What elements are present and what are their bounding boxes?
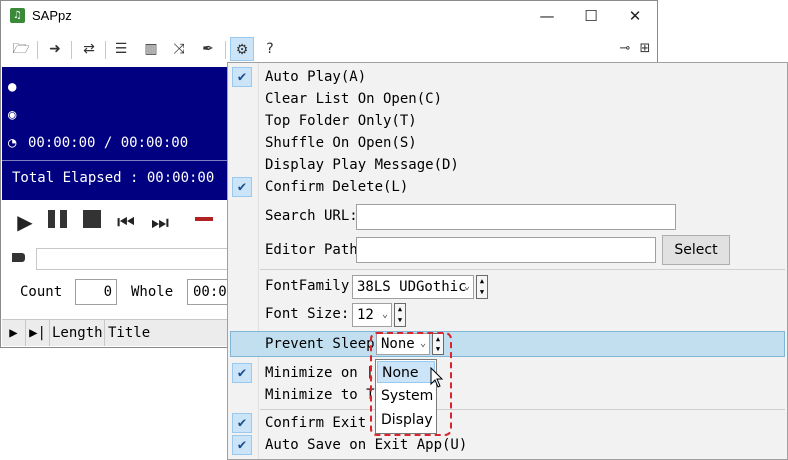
font-family-spinner[interactable]: ▲ ▼ xyxy=(476,275,488,299)
font-family-select[interactable]: 38LS UDGothic ⌄ xyxy=(352,275,474,299)
menu-item-label: Auto Play(A) xyxy=(265,69,367,85)
play-button[interactable]: ▶ xyxy=(12,209,38,235)
gear-icon[interactable]: ⚙ xyxy=(230,37,254,61)
tag-field[interactable] xyxy=(36,248,236,270)
shuffle-icon[interactable]: ⤨ xyxy=(167,37,191,61)
clock-icon: ◔ xyxy=(8,135,17,151)
count-value: 0 xyxy=(75,279,117,305)
menu-item-prevent-sleep[interactable]: Prevent Sleep: None ⌄ ▲ ▼ xyxy=(228,333,787,357)
album-icon: ◉ xyxy=(8,107,17,123)
menu-item-top-folder[interactable]: Top Folder Only(T) xyxy=(228,111,787,133)
whole-label: Whole xyxy=(131,284,174,300)
count-label: Count xyxy=(20,284,63,300)
menu-item-search-url: Search URL: xyxy=(228,204,787,232)
chevron-down-icon: ⌄ xyxy=(381,309,388,320)
menu-item-auto-play[interactable]: ✔ Auto Play(A) xyxy=(228,67,787,89)
stop-button[interactable] xyxy=(83,210,101,228)
toolbar: 🗁 ➜ ⇄ ☰ ▥ ⤨ ✒ ⚙ ? ⊸ ⊞ xyxy=(1,35,657,65)
menu-item-clear-list[interactable]: Clear List On Open(C) xyxy=(228,89,787,111)
list-icon[interactable]: ☰ xyxy=(109,37,133,61)
panel-divider xyxy=(2,160,233,161)
menu-item-display-play-message[interactable]: Display Play Message(D) xyxy=(228,155,787,177)
settings-menu: ✔ Auto Play(A) Clear List On Open(C) Top… xyxy=(227,62,788,460)
font-family-label: FontFamily: xyxy=(265,278,358,294)
menu-item-editor-path: Editor Path Select xyxy=(228,235,787,267)
title-column-header[interactable]: Title xyxy=(105,320,233,346)
total-elapsed: Total Elapsed : 00:00:00 xyxy=(12,170,215,186)
tag-icon xyxy=(12,253,25,262)
folder-open-icon[interactable]: 🗁 xyxy=(9,37,33,61)
editor-path-label: Editor Path xyxy=(265,242,358,258)
font-size-value: 12 xyxy=(357,307,374,323)
playback-controls: ▶ ⏮ ⏭ xyxy=(2,201,233,245)
previous-button[interactable]: ⏮ xyxy=(113,209,139,235)
font-size-spinner[interactable]: ▲ ▼ xyxy=(394,303,406,327)
menu-item-label: Confirm Delete(L) xyxy=(265,179,409,195)
check-icon: ✔ xyxy=(232,67,252,87)
check-icon: ✔ xyxy=(232,413,252,433)
menu-item-shuffle-on-open[interactable]: Shuffle On Open(S) xyxy=(228,133,787,155)
barcode-icon[interactable]: ▥ xyxy=(139,37,163,61)
repeat-icon[interactable]: ⇄ xyxy=(77,37,101,61)
now-playing-panel: ● ◉ ◔ 00:00:00 / 00:00:00 Total Elapsed … xyxy=(2,67,233,200)
count-row: Count 0 Whole 00:0 xyxy=(2,279,237,307)
font-size-label: Font Size: xyxy=(265,306,350,322)
playlist-header: ▶ ▶| Length Title xyxy=(2,319,233,346)
pause-button[interactable] xyxy=(48,210,68,228)
volume-mute-indicator[interactable] xyxy=(195,217,213,221)
menu-item-label: Top Folder Only(T) xyxy=(265,113,417,129)
app-icon: ♫ xyxy=(10,8,25,23)
mouse-cursor-icon xyxy=(430,367,444,388)
help-icon[interactable]: ? xyxy=(258,37,282,61)
toolbar-separator xyxy=(105,41,106,59)
menu-item-label: Shuffle On Open(S) xyxy=(265,135,417,151)
prevent-sleep-label: Prevent Sleep: xyxy=(265,336,384,352)
window-title: SAPpz xyxy=(32,8,72,23)
menu-separator xyxy=(260,409,785,410)
check-icon: ✔ xyxy=(232,363,252,383)
maximize-button[interactable]: ☐ xyxy=(569,5,613,27)
toolbar-separator xyxy=(37,41,38,59)
artist-icon: ● xyxy=(8,79,17,95)
menu-item-minimize-on-esc[interactable]: ✔ Minimize on [Es xyxy=(228,363,787,385)
time-display: 00:00:00 / 00:00:00 xyxy=(28,135,189,151)
menu-item-font-family: FontFamily: 38LS UDGothic ⌄ ▲ ▼ xyxy=(228,274,787,300)
next-button[interactable]: ⏭ xyxy=(147,209,173,235)
editor-path-input[interactable] xyxy=(356,237,656,263)
font-family-value: 38LS UDGothic xyxy=(357,279,467,295)
menu-separator xyxy=(260,269,785,270)
next-column-header[interactable]: ▶| xyxy=(26,320,50,346)
font-size-select[interactable]: 12 ⌄ xyxy=(352,303,392,327)
pen-icon[interactable]: ✒ xyxy=(196,37,220,61)
length-column-header[interactable]: Length xyxy=(50,320,105,346)
menu-item-minimize-to-task[interactable]: Minimize to Tas xyxy=(228,385,787,407)
play-column-header[interactable]: ▶ xyxy=(2,320,26,346)
close-button[interactable]: ✕ xyxy=(613,5,657,27)
check-icon: ✔ xyxy=(232,435,252,455)
menu-item-label: Clear List On Open(C) xyxy=(265,91,443,107)
check-icon: ✔ xyxy=(232,177,252,197)
menu-item-confirm-exit[interactable]: ✔ Confirm Exit Ap xyxy=(228,413,787,435)
toolbar-separator xyxy=(225,41,226,59)
search-url-label: Search URL: xyxy=(265,208,358,224)
menu-item-font-size: Font Size: 12 ⌄ ▲ ▼ xyxy=(228,302,787,328)
menu-item-confirm-delete[interactable]: ✔ Confirm Delete(L) xyxy=(228,177,787,199)
minimize-button[interactable]: — xyxy=(525,5,569,27)
arrow-right-icon[interactable]: ➜ xyxy=(43,37,67,61)
menu-item-label: Auto Save on Exit App(U) xyxy=(265,437,468,453)
title-bar[interactable]: ♫ SAPpz — ☐ ✕ xyxy=(1,1,657,31)
menu-item-auto-save-on-exit[interactable]: ✔ Auto Save on Exit App(U) xyxy=(228,435,787,457)
tag-row xyxy=(2,247,236,273)
layout-icon[interactable]: ⊞ xyxy=(633,37,657,61)
toolbar-separator xyxy=(71,41,72,59)
menu-item-label: Display Play Message(D) xyxy=(265,157,459,173)
select-button[interactable]: Select xyxy=(662,235,730,265)
chevron-down-icon: ⌄ xyxy=(463,281,470,292)
search-url-input[interactable] xyxy=(356,204,676,230)
